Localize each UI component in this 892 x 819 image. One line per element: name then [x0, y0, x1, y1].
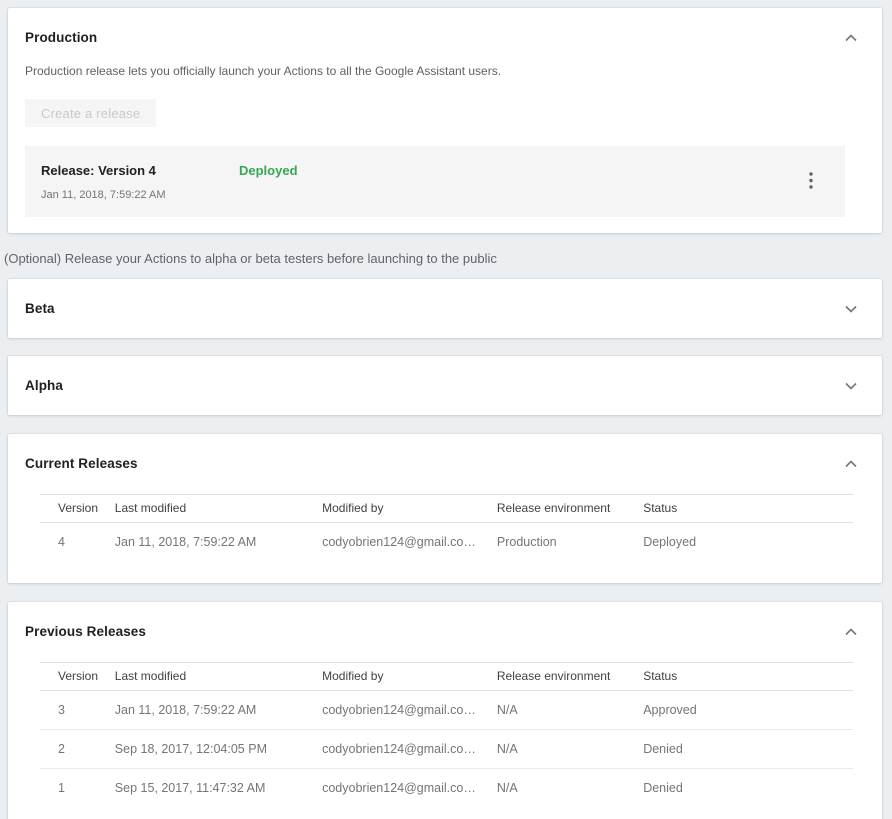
release-name: Release: Version 4 [41, 163, 239, 178]
beta-title: Beta [25, 301, 55, 316]
production-description: Production release lets you officially l… [25, 64, 865, 78]
column-header-release-environment: Release environment [497, 663, 643, 691]
cell-status: Denied [643, 769, 853, 808]
chevron-down-icon [845, 301, 857, 316]
chevron-up-icon [845, 456, 857, 471]
previous-releases-table: Version Last modified Modified by Releas… [40, 662, 853, 807]
current-releases-header[interactable]: Current Releases [25, 454, 865, 473]
table-header-row: Version Last modified Modified by Releas… [40, 663, 853, 691]
cell-release-environment: N/A [497, 730, 643, 769]
cell-version: 4 [40, 523, 115, 562]
releases-page: Production Production release lets you o… [0, 0, 892, 819]
previous-releases-card: Previous Releases Version Last modified … [8, 602, 882, 819]
column-header-last-modified: Last modified [115, 663, 322, 691]
alpha-title: Alpha [25, 378, 63, 393]
cell-release-environment: N/A [497, 769, 643, 808]
cell-modified-by: codyobrien124@gmail.co… [322, 691, 497, 730]
column-header-status: Status [643, 495, 853, 523]
optional-release-note: (Optional) Release your Actions to alpha… [4, 251, 882, 266]
cell-status: Approved [643, 691, 853, 730]
production-card-header[interactable]: Production [25, 28, 865, 47]
table-row: 3 Jan 11, 2018, 7:59:22 AM codyobrien124… [40, 691, 853, 730]
chevron-up-icon [845, 30, 857, 45]
column-header-status: Status [643, 663, 853, 691]
current-releases-card: Current Releases Version Last modified M… [8, 434, 882, 583]
current-releases-table: Version Last modified Modified by Releas… [40, 494, 853, 561]
release-status-badge: Deployed [239, 163, 298, 178]
cell-last-modified: Sep 18, 2017, 12:04:05 PM [115, 730, 322, 769]
previous-releases-collapse-button[interactable] [839, 622, 863, 641]
previous-releases-title: Previous Releases [25, 624, 146, 639]
release-date: Jan 11, 2018, 7:59:22 AM [41, 189, 829, 201]
production-release-row: Release: Version 4 Deployed Jan 11, 2018… [25, 146, 845, 217]
release-menu-button[interactable] [803, 168, 819, 196]
create-release-button[interactable]: Create a release [25, 99, 156, 127]
column-header-modified-by: Modified by [322, 663, 497, 691]
beta-card[interactable]: Beta [8, 279, 882, 338]
column-header-last-modified: Last modified [115, 495, 322, 523]
table-row: 1 Sep 15, 2017, 11:47:32 AM codyobrien12… [40, 769, 853, 808]
cell-modified-by: codyobrien124@gmail.co… [322, 730, 497, 769]
alpha-expand-button[interactable] [839, 376, 863, 395]
kebab-menu-icon [809, 177, 813, 192]
cell-version: 1 [40, 769, 115, 808]
release-line: Release: Version 4 Deployed [41, 163, 829, 178]
production-title: Production [25, 30, 97, 45]
alpha-card[interactable]: Alpha [8, 356, 882, 415]
cell-modified-by: codyobrien124@gmail.co… [322, 523, 497, 562]
column-header-release-environment: Release environment [497, 495, 643, 523]
cell-last-modified: Jan 11, 2018, 7:59:22 AM [115, 523, 322, 562]
table-header-row: Version Last modified Modified by Releas… [40, 495, 853, 523]
cell-status: Denied [643, 730, 853, 769]
column-header-modified-by: Modified by [322, 495, 497, 523]
current-releases-collapse-button[interactable] [839, 454, 863, 473]
cell-modified-by: codyobrien124@gmail.co… [322, 769, 497, 808]
previous-releases-header[interactable]: Previous Releases [25, 622, 865, 641]
cell-version: 2 [40, 730, 115, 769]
cell-release-environment: Production [497, 523, 643, 562]
cell-version: 3 [40, 691, 115, 730]
current-releases-title: Current Releases [25, 456, 138, 471]
cell-status: Deployed [643, 523, 853, 562]
table-row: 4 Jan 11, 2018, 7:59:22 AM codyobrien124… [40, 523, 853, 562]
column-header-version: Version [40, 663, 115, 691]
production-card: Production Production release lets you o… [8, 8, 882, 233]
cell-release-environment: N/A [497, 691, 643, 730]
chevron-up-icon [845, 624, 857, 639]
beta-expand-button[interactable] [839, 299, 863, 318]
table-row: 2 Sep 18, 2017, 12:04:05 PM codyobrien12… [40, 730, 853, 769]
production-collapse-button[interactable] [839, 28, 863, 47]
column-header-version: Version [40, 495, 115, 523]
chevron-down-icon [845, 378, 857, 393]
cell-last-modified: Sep 15, 2017, 11:47:32 AM [115, 769, 322, 808]
cell-last-modified: Jan 11, 2018, 7:59:22 AM [115, 691, 322, 730]
